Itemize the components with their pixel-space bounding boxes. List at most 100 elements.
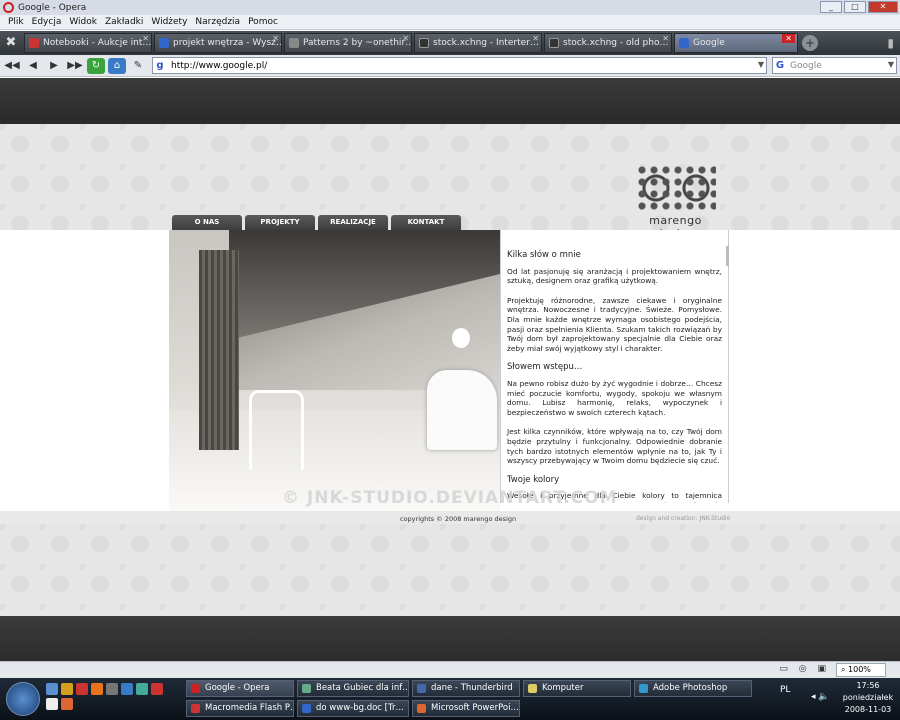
quicklaunch-icon[interactable] <box>91 683 103 695</box>
quicklaunch-icon[interactable] <box>106 683 118 695</box>
menu-item-widok[interactable]: Widok <box>69 17 97 27</box>
title-bar: Google - Opera _ □ ✕ <box>0 0 900 15</box>
quicklaunch-icon[interactable] <box>136 683 148 695</box>
tab-label: stock.xchng - Interter… <box>433 38 539 48</box>
tab-notebooki[interactable]: Notebooki - Aukcje int… ✕ <box>24 33 152 53</box>
quicklaunch-icon[interactable] <box>76 683 88 695</box>
menu-item-edycja[interactable]: Edycja <box>32 17 62 27</box>
quick-launch <box>46 683 174 710</box>
tab-stockxchng-1[interactable]: stock.xchng - Interter… ✕ <box>414 33 542 53</box>
paragraph: Od lat pasjonuję się aranżacją i projekt… <box>507 266 722 286</box>
address-toolbar: ◀◀ ◀ ▶ ▶▶ ↻ ⌂ ✎ g http://www.google.pl/ … <box>0 55 900 77</box>
paragraph: Jest kilka czynników, które wpływają na … <box>507 427 722 466</box>
new-tab-button[interactable]: + <box>802 35 818 51</box>
maximize-button[interactable]: □ <box>844 1 866 13</box>
tab-close-icon[interactable]: ✕ <box>142 34 149 43</box>
clock-time: 17:56 <box>856 681 880 690</box>
nav-kontakt[interactable]: KONTAKT <box>391 215 461 230</box>
tab-bar: ✖ Notebooki - Aukcje int… ✕ projekt wnętr… <box>0 31 900 55</box>
taskbar-flash[interactable]: Macromedia Flash P… <box>186 700 294 717</box>
text-column[interactable]: Kilka słów o mnie Od lat pasjonuję się a… <box>500 230 729 503</box>
tab-favicon <box>549 38 559 48</box>
tab-label: Patterns 2 by ~onethir… <box>303 38 412 48</box>
tab-close-icon[interactable]: ✕ <box>782 34 795 43</box>
taskbar-komputer[interactable]: Komputer <box>523 680 631 697</box>
photo-chair <box>249 390 304 470</box>
ornament-logo-icon <box>636 164 716 212</box>
pattern-band-bottom <box>0 524 900 616</box>
edit-icon[interactable]: ✎ <box>129 58 147 74</box>
tab-patterns[interactable]: Patterns 2 by ~onethir… ✕ <box>284 33 412 53</box>
tab-close-icon[interactable]: ✕ <box>402 34 409 43</box>
tab-google[interactable]: Google ✕ <box>674 33 798 53</box>
design-credit: design and creation: JNK-Studio <box>636 515 731 522</box>
close-button[interactable]: ✕ <box>868 1 898 13</box>
minimize-button[interactable]: _ <box>820 1 842 13</box>
nav-realizacje[interactable]: REALIZACJE <box>318 215 388 230</box>
tab-favicon <box>289 38 299 48</box>
back-icon[interactable]: ◀ <box>24 58 42 74</box>
tab-projekt-wnetrza[interactable]: projekt wnętrza - Wysz… ✕ <box>154 33 282 53</box>
menu-bar: Plik Edycja Widok Zakładki Widżety Narzę… <box>0 15 900 30</box>
chevron-down-icon[interactable]: ▼ <box>888 60 894 69</box>
menu-item-plik[interactable]: Plik <box>8 17 24 27</box>
google-icon: G <box>775 60 785 71</box>
tab-label: Google <box>693 38 725 48</box>
chevron-down-icon[interactable]: ▼ <box>758 60 764 69</box>
search-placeholder: Google <box>790 60 822 71</box>
rewind-icon[interactable]: ◀◀ <box>3 58 21 74</box>
tab-close-icon[interactable]: ✕ <box>662 34 669 43</box>
taskbar-powerpoint[interactable]: Microsoft PowerPoi… <box>412 700 520 717</box>
section-title: Kilka słów o mnie <box>507 250 581 260</box>
zoom-control[interactable]: ⌕ 100% <box>836 663 886 677</box>
status-bar: ▭ ◎ ▣ ⌕ 100% <box>0 661 900 678</box>
language-indicator[interactable]: PL <box>780 685 790 695</box>
search-field[interactable]: G Google ▼ <box>772 57 897 74</box>
tab-label: stock.xchng - old pho… <box>563 38 669 48</box>
tab-close-icon[interactable]: ✕ <box>272 34 279 43</box>
tab-favicon <box>29 38 39 48</box>
tab-label: Notebooki - Aukcje int… <box>43 38 152 48</box>
tab-stockxchng-2[interactable]: stock.xchng - old pho… ✕ <box>544 33 672 53</box>
taskbar-word[interactable]: do www-bg.doc [Tr… <box>297 700 409 717</box>
text-scrollbar[interactable] <box>726 246 729 266</box>
volume-icon[interactable]: ◂ 🔈 <box>811 692 830 702</box>
paragraph: Na pewno robisz dużo by żyć wygodnie i d… <box>507 378 722 417</box>
quicklaunch-icon[interactable] <box>46 698 58 710</box>
tools-icon[interactable]: ✖ <box>0 32 22 54</box>
nav-o-nas[interactable]: O NAS <box>172 215 242 230</box>
forward-icon[interactable]: ▶ <box>45 58 63 74</box>
quicklaunch-icon[interactable] <box>151 683 163 695</box>
tab-label: projekt wnętrza - Wysz… <box>173 38 282 48</box>
quicklaunch-icon[interactable] <box>121 683 133 695</box>
section-title: Słowem wstępu… <box>507 362 583 373</box>
trash-icon[interactable]: ▮ <box>887 36 894 50</box>
photo-deer-head <box>452 328 470 348</box>
nav-projekty[interactable]: PROJEKTY <box>245 215 315 230</box>
taskbar-google-opera[interactable]: Google - Opera <box>186 680 294 697</box>
status-icons[interactable]: ▭ ◎ ▣ <box>779 664 830 674</box>
taskbar-thunderbird[interactable]: dane - Thunderbird <box>412 680 520 697</box>
tab-close-icon[interactable]: ✕ <box>532 34 539 43</box>
menu-item-zakladki[interactable]: Zakładki <box>105 17 143 27</box>
address-field[interactable]: g http://www.google.pl/ ▼ <box>152 57 767 74</box>
fast-forward-icon[interactable]: ▶▶ <box>66 58 84 74</box>
reload-icon[interactable]: ↻ <box>87 57 105 74</box>
opera-icon <box>3 2 14 13</box>
taskbar-photoshop[interactable]: Adobe Photoshop <box>634 680 752 697</box>
menu-item-pomoc[interactable]: Pomoc <box>248 17 278 27</box>
quicklaunch-icon[interactable] <box>46 683 58 695</box>
address-value: http://www.google.pl/ <box>171 60 268 71</box>
start-button[interactable] <box>6 682 40 716</box>
clock[interactable]: 17:56 poniedziałek 2008-11-03 <box>840 680 896 716</box>
quicklaunch-icon[interactable] <box>61 683 73 695</box>
quicklaunch-icon[interactable] <box>61 698 73 710</box>
taskbar-beata[interactable]: Beata Gubiec dla inf… <box>297 680 409 697</box>
menu-item-narzedzia[interactable]: Narzędzia <box>195 17 240 27</box>
copyright: copyrights © 2008 marengo design <box>400 515 517 523</box>
photo-curtain <box>199 250 239 450</box>
home-icon[interactable]: ⌂ <box>108 57 126 74</box>
menu-item-widzety[interactable]: Widżety <box>151 17 187 27</box>
header-band <box>0 78 900 124</box>
zoom-value: 100% <box>848 665 871 674</box>
